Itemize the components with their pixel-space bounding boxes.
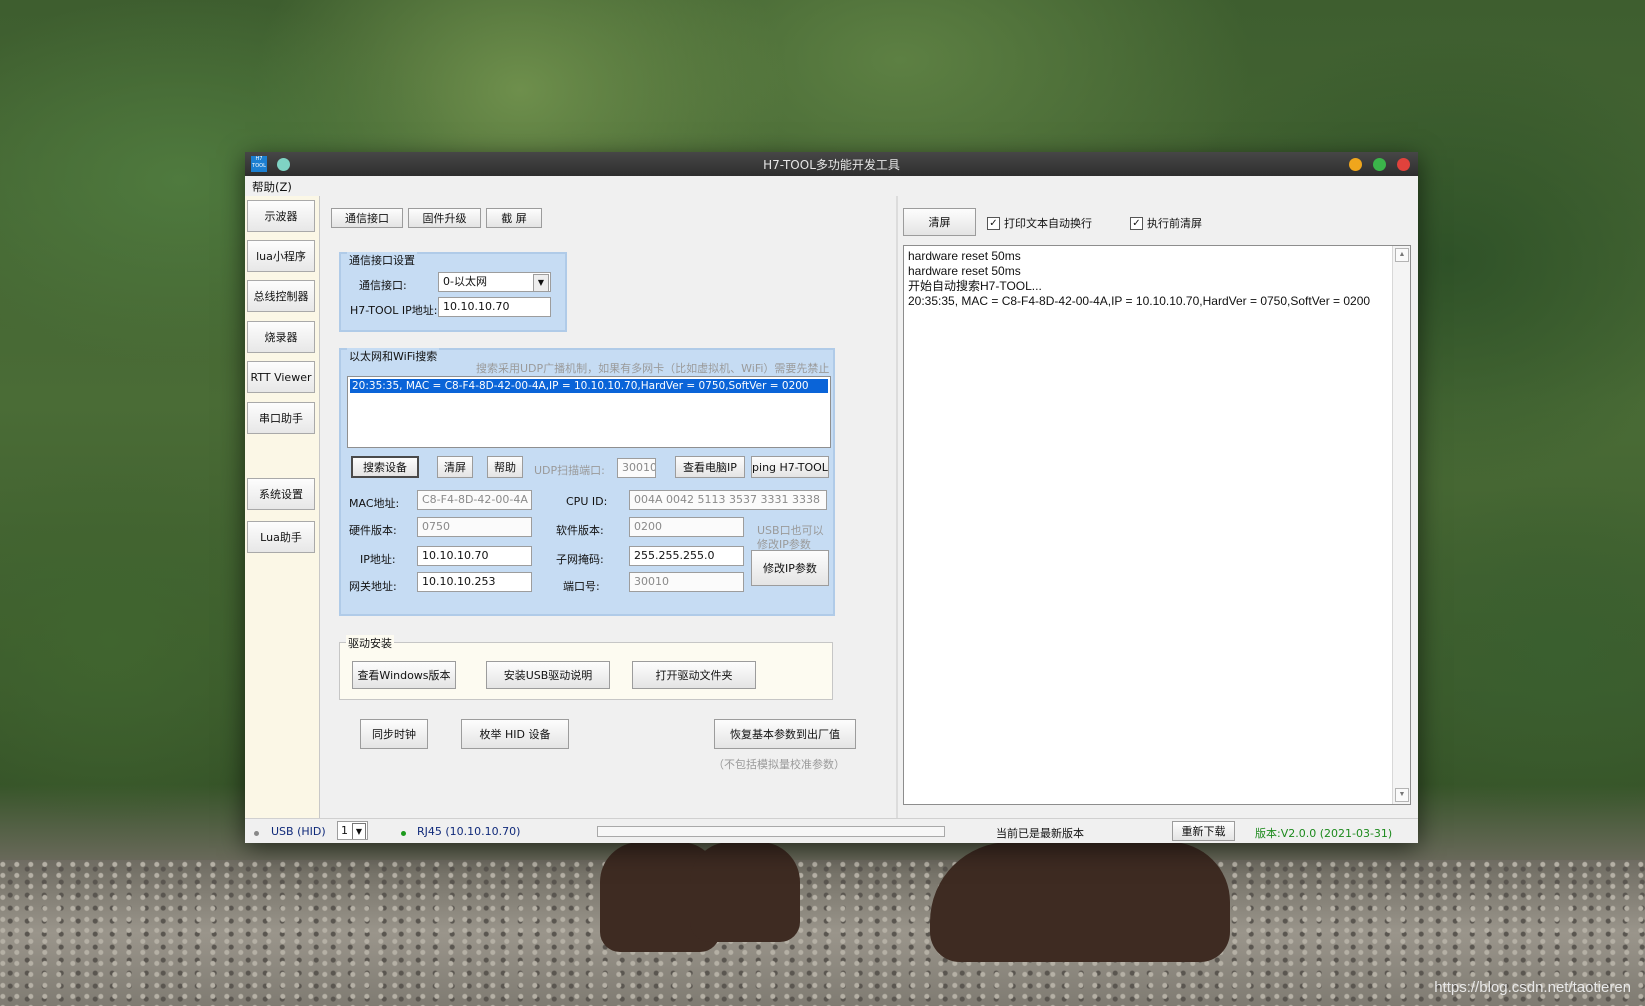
background-ground — [0, 860, 1645, 1006]
comm-settings-title: 通信接口设置 — [347, 252, 417, 268]
search-device-button[interactable]: 搜索设备 — [351, 456, 419, 478]
status-bar: USB (HID) 1 ▼ RJ45 (10.10.10.70) 当前已是最新版… — [245, 818, 1418, 843]
scroll-down-icon[interactable]: ▼ — [1395, 788, 1409, 802]
clear-before-run-label: 执行前清屏 — [1147, 217, 1202, 230]
maximize-button[interactable] — [1373, 158, 1386, 171]
hw-version-label: 硬件版本: — [349, 524, 397, 537]
channel-select-value: 1 — [341, 824, 348, 837]
view-windows-version-button[interactable]: 查看Windows版本 — [352, 661, 456, 689]
sidebar-item-programmer[interactable]: 烧录器 — [247, 321, 315, 353]
window-title: H7-TOOL多功能开发工具 — [763, 158, 900, 172]
gateway-label: 网关地址: — [349, 580, 397, 593]
sidebar: 示波器 lua小程序 总线控制器 烧录器 RTT Viewer 串口助手 系统设… — [245, 196, 320, 818]
enumerate-hid-button[interactable]: 枚举 HID 设备 — [461, 719, 569, 749]
open-driver-folder-button[interactable]: 打开驱动文件夹 — [632, 661, 756, 689]
log-line: hardware reset 50ms — [908, 264, 1021, 278]
view-pc-ip-button[interactable]: 查看电脑IP — [675, 456, 745, 478]
search-help-button[interactable]: 帮助 — [487, 456, 523, 478]
port-input: 30010 — [629, 572, 744, 592]
menu-help[interactable]: 帮助(Z) — [252, 179, 292, 195]
tool-ip-input[interactable]: 10.10.10.70 — [438, 297, 551, 317]
restore-note: （不包括模拟量校准参数） — [713, 758, 845, 771]
sidebar-item-serial-assistant[interactable]: 串口助手 — [247, 402, 315, 434]
search-group: 以太网和WiFi搜索 搜索采用UDP广播机制，如果有多网卡（比如虚拟机、WiFi… — [339, 348, 835, 616]
clear-before-run-checkbox[interactable]: ✓ 执行前清屏 — [1130, 215, 1202, 231]
checkbox-checked-icon: ✓ — [987, 216, 1000, 230]
hw-version-input: 0750 — [417, 517, 532, 537]
wrap-text-label: 打印文本自动换行 — [1004, 217, 1092, 230]
background-animal-leg-right — [930, 842, 1230, 962]
redownload-button[interactable]: 重新下载 — [1172, 821, 1235, 841]
progress-bar — [597, 826, 945, 837]
usb-status: USB (HID) — [271, 825, 326, 838]
interface-select[interactable]: 0-以太网 ▼ — [438, 272, 551, 292]
minimize-button[interactable] — [1349, 158, 1362, 171]
interface-select-value: 0-以太网 — [443, 275, 487, 288]
tab-screenshot[interactable]: 截 屏 — [486, 208, 542, 228]
search-group-title: 以太网和WiFi搜索 — [347, 348, 440, 364]
driver-group-title: 驱动安装 — [346, 635, 394, 651]
sidebar-item-oscilloscope[interactable]: 示波器 — [247, 200, 315, 232]
search-hint: 搜索采用UDP广播机制，如果有多网卡（比如虚拟机、WiFi）需要先禁止 — [476, 362, 830, 375]
udp-port-input: 30010 — [617, 458, 656, 478]
app-window: H7 TOOL H7-TOOL多功能开发工具 帮助(Z) 示波器 lua小程序 … — [245, 152, 1418, 843]
rj45-status: RJ45 (10.10.10.70) — [417, 825, 521, 838]
watermark: https://blog.csdn.net/taotieren — [1434, 979, 1631, 996]
chevron-down-icon[interactable]: ▼ — [533, 274, 549, 291]
comm-settings-group: 通信接口设置 通信接口: 0-以太网 ▼ H7-TOOL IP地址: 10.10… — [339, 252, 567, 332]
channel-select[interactable]: 1 ▼ — [337, 821, 368, 840]
close-button[interactable] — [1397, 158, 1410, 171]
ip-label: IP地址: — [360, 553, 396, 566]
title-bar[interactable]: H7 TOOL H7-TOOL多功能开发工具 — [245, 152, 1418, 176]
log-output[interactable]: hardware reset 50ms hardware reset 50ms … — [903, 245, 1411, 805]
cpu-id-input: 004A 0042 5113 3537 3331 3338 — [629, 490, 827, 510]
scroll-up-icon[interactable]: ▲ — [1395, 248, 1409, 262]
menu-bar: 帮助(Z) — [245, 176, 1418, 196]
wrap-text-checkbox[interactable]: ✓ 打印文本自动换行 — [987, 215, 1092, 231]
driver-group: 驱动安装 查看Windows版本 安装USB驱动说明 打开驱动文件夹 — [339, 635, 833, 700]
usb-driver-guide-button[interactable]: 安装USB驱动说明 — [486, 661, 610, 689]
version-label: 版本:V2.0.0 (2021-03-31) — [1255, 827, 1393, 840]
port-label: 端口号: — [563, 580, 600, 593]
tool-ip-label: H7-TOOL IP地址: — [350, 304, 438, 317]
udp-port-label: UDP扫描端口: — [534, 464, 605, 477]
sw-version-input: 0200 — [629, 517, 744, 537]
mac-input: C8-F4-8D-42-00-4A — [417, 490, 532, 510]
interface-label: 通信接口: — [359, 279, 407, 292]
tab-comm-interface[interactable]: 通信接口 — [331, 208, 403, 228]
subnet-mask-label: 子网掩码: — [556, 553, 604, 566]
log-scrollbar[interactable]: ▲ ▼ — [1392, 246, 1410, 804]
sidebar-item-system-settings[interactable]: 系统设置 — [247, 478, 315, 510]
usb-status-dot-icon — [254, 831, 259, 836]
cpu-id-label: CPU ID: — [566, 495, 608, 508]
mac-label: MAC地址: — [349, 497, 400, 510]
search-clear-button[interactable]: 清屏 — [437, 456, 473, 478]
background-animal-leg-mid — [690, 842, 800, 942]
ip-input[interactable]: 10.10.10.70 — [417, 546, 532, 566]
chevron-down-icon[interactable]: ▼ — [352, 823, 366, 839]
log-line: 开始自动搜索H7-TOOL... — [908, 279, 1042, 293]
gateway-input[interactable]: 10.10.10.253 — [417, 572, 532, 592]
device-result-list[interactable]: 20:35:35, MAC = C8-F4-8D-42-00-4A,IP = 1… — [347, 376, 831, 448]
sidebar-item-lua-assistant[interactable]: Lua助手 — [247, 521, 315, 553]
tab-firmware-upgrade[interactable]: 固件升级 — [408, 208, 481, 228]
update-status: 当前已是最新版本 — [996, 827, 1084, 840]
log-clear-button[interactable]: 清屏 — [903, 208, 976, 236]
sw-version-label: 软件版本: — [556, 524, 604, 537]
subnet-mask-input[interactable]: 255.255.255.0 — [629, 546, 744, 566]
pane-divider[interactable] — [896, 196, 898, 818]
checkbox-checked-icon: ✓ — [1130, 216, 1143, 230]
sync-clock-button[interactable]: 同步时钟 — [360, 719, 428, 749]
rj45-status-dot-icon — [401, 831, 406, 836]
log-line: 20:35:35, MAC = C8-F4-8D-42-00-4A,IP = 1… — [908, 294, 1371, 308]
restore-factory-button[interactable]: 恢复基本参数到出厂值 — [714, 719, 856, 749]
log-line: hardware reset 50ms — [908, 249, 1021, 263]
sidebar-item-rtt-viewer[interactable]: RTT Viewer — [247, 361, 315, 393]
sidebar-item-bus-controller[interactable]: 总线控制器 — [247, 280, 315, 312]
device-result-item[interactable]: 20:35:35, MAC = C8-F4-8D-42-00-4A,IP = 1… — [350, 379, 828, 393]
ping-tool-button[interactable]: ping H7-TOOL — [751, 456, 829, 478]
sidebar-item-lua-program[interactable]: lua小程序 — [247, 240, 315, 272]
modify-ip-button[interactable]: 修改IP参数 — [751, 550, 829, 586]
